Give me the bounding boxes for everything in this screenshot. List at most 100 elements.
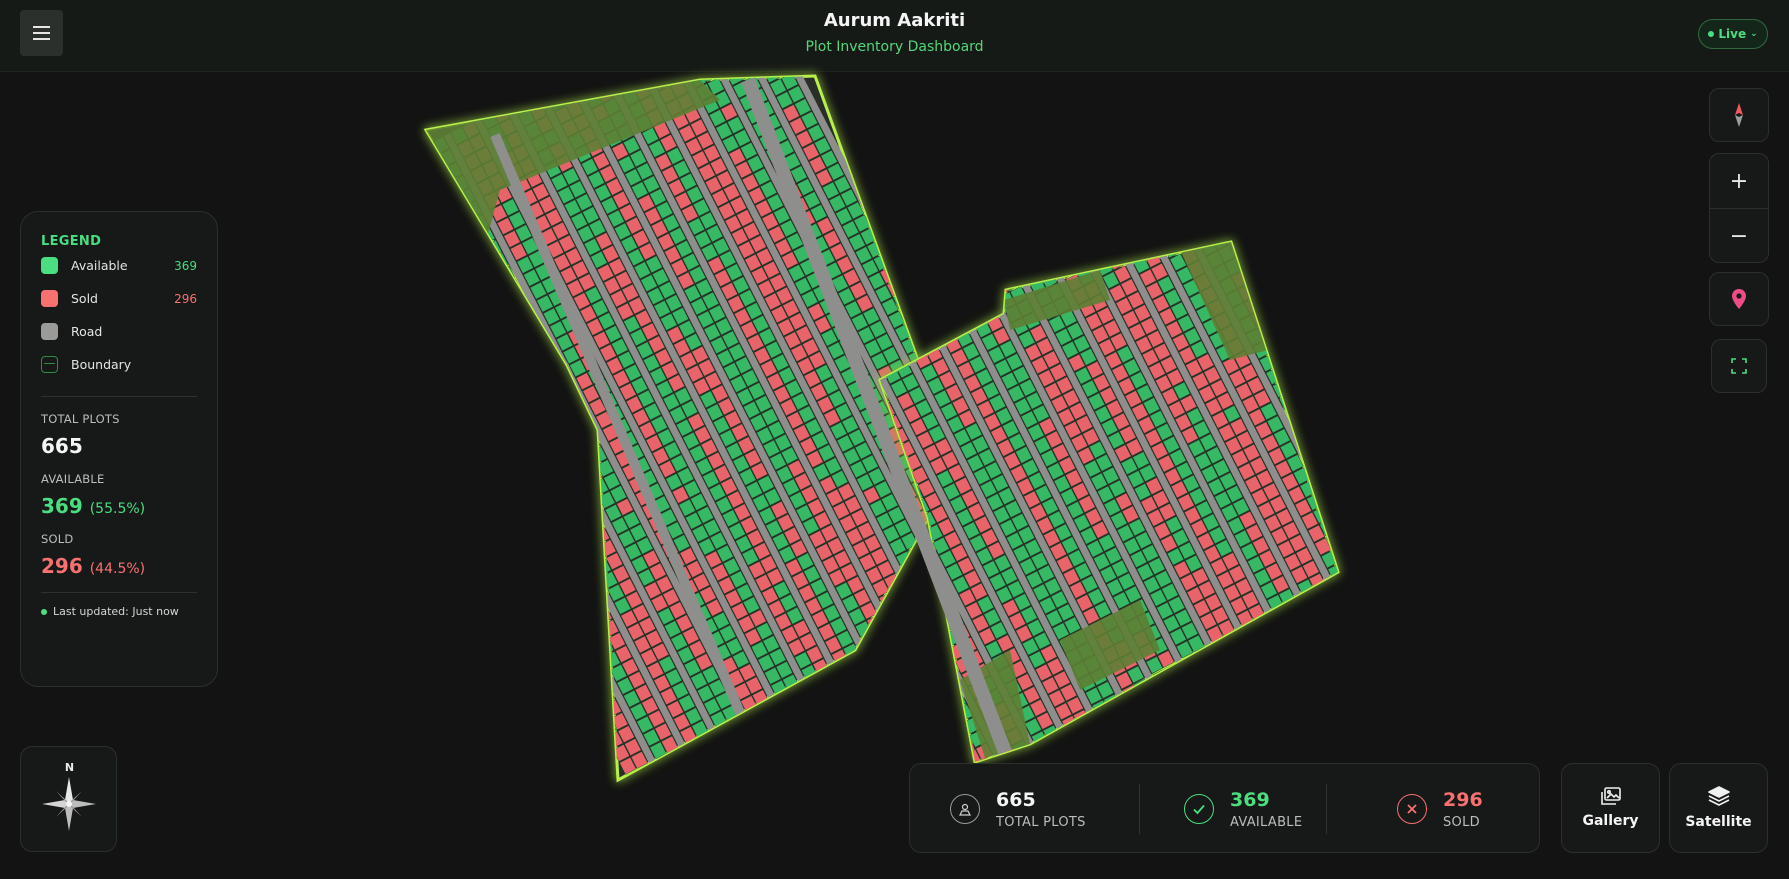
plot-cell[interactable] <box>925 719 943 738</box>
plot-cell[interactable] <box>971 209 988 226</box>
plot-cell[interactable] <box>1135 157 1152 174</box>
plot-cell[interactable] <box>578 452 596 470</box>
plot-cell[interactable] <box>711 759 729 777</box>
plot-cell[interactable] <box>582 580 600 599</box>
plot-cell[interactable] <box>484 418 503 437</box>
plot-cell[interactable] <box>1361 628 1378 645</box>
plot-cell[interactable] <box>777 692 795 711</box>
plot-cell[interactable] <box>757 53 774 70</box>
plot-cell[interactable] <box>508 390 526 408</box>
plot-cell[interactable] <box>663 67 682 85</box>
plot-cell[interactable] <box>1352 535 1369 552</box>
plot-cell[interactable] <box>979 301 997 320</box>
plot-cell[interactable] <box>935 242 953 261</box>
plot-cell[interactable] <box>401 299 418 316</box>
plot-cell[interactable] <box>466 232 484 251</box>
plot-cell[interactable] <box>545 387 563 406</box>
plot-cell[interactable] <box>1082 233 1100 251</box>
plot-cell[interactable] <box>1317 617 1335 636</box>
plot-cell[interactable] <box>1184 132 1201 149</box>
plot-cell[interactable] <box>922 217 939 234</box>
plot-cell[interactable] <box>1280 620 1298 638</box>
plot-cell[interactable] <box>1014 219 1031 236</box>
plot-cell[interactable] <box>565 426 583 445</box>
plot-cell[interactable] <box>1001 193 1018 210</box>
plot-cell[interactable] <box>989 199 1006 216</box>
plot-cell[interactable] <box>1180 200 1197 217</box>
plot-cell[interactable] <box>807 677 825 695</box>
plot-cell[interactable] <box>651 790 668 807</box>
plot-cell[interactable] <box>851 687 869 706</box>
plot-cell[interactable] <box>1057 181 1074 198</box>
plot-cell[interactable] <box>922 639 941 658</box>
plot-cell[interactable] <box>885 593 903 612</box>
plot-cell[interactable] <box>1293 646 1311 664</box>
plot-cell[interactable] <box>521 416 540 434</box>
plot-cell[interactable] <box>1183 101 1200 118</box>
plot-cell[interactable] <box>1391 613 1408 630</box>
plot-cell[interactable] <box>1217 197 1234 214</box>
plot-cell[interactable] <box>1178 720 1196 739</box>
plot-cell[interactable] <box>1191 746 1210 764</box>
plot-cell[interactable] <box>1233 725 1251 743</box>
plot-cell[interactable] <box>891 618 910 636</box>
plot-cell[interactable] <box>385 193 402 210</box>
plot-cell[interactable] <box>465 379 483 398</box>
plot-cell[interactable] <box>461 447 479 465</box>
plot-cell[interactable] <box>1421 598 1438 615</box>
plot-cell[interactable] <box>911 645 929 664</box>
plot-cell[interactable] <box>404 184 421 201</box>
plot-cell[interactable] <box>693 752 711 770</box>
plot-cell[interactable] <box>1109 706 1128 725</box>
plot-cell[interactable] <box>1362 481 1379 498</box>
plot-cell[interactable] <box>520 384 538 402</box>
plot-cell[interactable] <box>1277 361 1295 379</box>
plot-cell[interactable] <box>1123 732 1141 751</box>
plot-cell[interactable] <box>755 21 772 38</box>
plot-cell[interactable] <box>1384 600 1401 617</box>
plot-cell[interactable] <box>574 519 592 538</box>
plot-cell[interactable] <box>916 252 934 270</box>
plot-cell[interactable] <box>578 78 596 96</box>
plot-cell[interactable] <box>1285 601 1303 620</box>
plot-cell[interactable] <box>554 480 572 499</box>
plot-cell[interactable] <box>1297 400 1315 418</box>
plot-cell[interactable] <box>1172 155 1189 172</box>
plot-cell[interactable] <box>819 671 837 690</box>
plot-cell[interactable] <box>417 209 434 228</box>
plot-cell[interactable] <box>565 621 583 640</box>
plot-cell[interactable] <box>915 589 933 608</box>
plot-cell[interactable] <box>466 428 484 446</box>
plot-cell[interactable] <box>372 168 389 185</box>
plot-cell[interactable] <box>912 693 930 712</box>
plot-cell[interactable] <box>398 219 415 236</box>
plot-cell[interactable] <box>621 57 638 74</box>
plot-cell[interactable] <box>1190 714 1208 733</box>
plot-cell[interactable] <box>363 253 380 270</box>
plot-cell[interactable] <box>415 177 433 196</box>
plot-cell[interactable] <box>430 283 448 302</box>
plot-cell[interactable] <box>1171 107 1188 124</box>
plot-cell[interactable] <box>441 229 459 247</box>
plot-cell[interactable] <box>486 466 504 485</box>
plot-cell[interactable] <box>919 706 937 725</box>
plot-cell[interactable] <box>881 672 899 690</box>
plot-cell[interactable] <box>1222 178 1239 195</box>
plot-cell[interactable] <box>1070 207 1087 224</box>
plot-cell[interactable] <box>1328 611 1346 630</box>
plot-cell[interactable] <box>436 248 454 266</box>
plot-cell[interactable] <box>1269 674 1287 693</box>
plot-cell[interactable] <box>487 319 505 338</box>
plot-cell[interactable] <box>424 270 442 289</box>
plot-cell[interactable] <box>1435 623 1452 640</box>
plot-cell[interactable] <box>750 40 767 57</box>
plot-cell[interactable] <box>433 363 451 382</box>
plot-cell[interactable] <box>1074 140 1091 157</box>
plot-cell[interactable] <box>675 13 692 30</box>
zoom-out-button[interactable]: − <box>1710 209 1768 263</box>
plot-cell[interactable] <box>1167 174 1184 191</box>
plot-cell[interactable] <box>1339 558 1356 575</box>
plot-cell[interactable] <box>579 500 597 519</box>
plot-cell[interactable] <box>904 258 923 276</box>
plot-cell[interactable] <box>1389 581 1406 598</box>
